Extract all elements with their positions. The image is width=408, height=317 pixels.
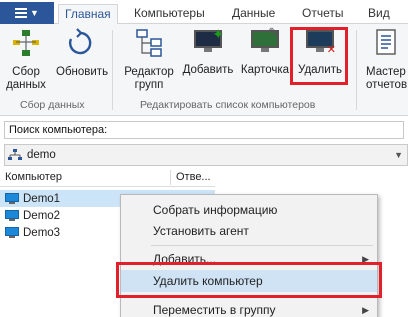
refresh-button[interactable]: Обновить	[56, 28, 109, 79]
annotation-highlight-delete-computer	[116, 262, 382, 298]
menu-separator	[151, 245, 373, 246]
tab-data[interactable]: Данные	[226, 4, 281, 24]
add-label: Добавить	[182, 64, 234, 76]
submenu-arrow-icon: ▶	[362, 305, 369, 315]
computer-icon	[5, 226, 19, 239]
chevron-down-icon[interactable]: ▼	[394, 150, 403, 160]
menu-item-move-to-group[interactable]: Переместить в группу ▶	[121, 299, 377, 317]
tab-view[interactable]: Вид	[362, 4, 396, 24]
collect-data-button[interactable]: Сбор данных	[6, 28, 46, 92]
group-editor-button[interactable]: Редактор групп	[122, 28, 176, 92]
column-header-responsible[interactable]: Отве...	[176, 171, 211, 183]
computer-name: Demo1	[23, 192, 61, 205]
collect-data-label-1: Сбор	[12, 66, 40, 78]
tab-reports[interactable]: Отчеты	[296, 4, 349, 24]
ribbon-group-label-edit: Редактировать список компьютеров	[140, 99, 316, 111]
tab-home[interactable]: Главная	[58, 4, 118, 25]
report-icon	[376, 29, 396, 55]
computer-icon	[5, 192, 19, 205]
refresh-icon	[69, 28, 92, 55]
menu-item-move-label: Переместить в группу	[153, 303, 276, 317]
context-menu: Собрать информацию Установить агент Доба…	[120, 194, 378, 317]
ribbon-group-label-collect: Сбор данных	[20, 99, 85, 111]
computer-table-header: Компьютер Отве...	[0, 168, 215, 187]
add-computer-button[interactable]: ✦ Добавить	[180, 27, 236, 77]
menu-item-install-agent[interactable]: Установить агент	[121, 220, 377, 242]
ribbon-separator-2	[356, 30, 357, 110]
computer-name: Demo2	[23, 209, 61, 222]
menu-icon	[15, 8, 28, 18]
column-divider[interactable]	[170, 170, 171, 185]
search-computer-field[interactable]: Поиск компьютера:	[4, 121, 404, 139]
ribbon-tabstrip: ▼ Главная Компьютеры Данные Отчеты Вид	[0, 0, 408, 25]
computer-icon	[5, 209, 19, 222]
network-collect-icon	[13, 30, 39, 56]
group-select-value: demo	[27, 149, 56, 161]
tab-computers[interactable]: Компьютеры	[128, 4, 211, 24]
group-editor-label-1: Редактор	[124, 66, 174, 78]
column-header-computer[interactable]: Компьютер	[5, 171, 62, 183]
group-tree-icon	[136, 29, 162, 57]
report-master-label-1: Мастер	[366, 66, 406, 78]
menu-item-collect-info[interactable]: Собрать информацию	[121, 199, 377, 221]
group-select[interactable]: demo ▼	[4, 144, 408, 166]
app-menu-button[interactable]: ▼	[0, 2, 54, 24]
collect-data-label-2: данных	[6, 79, 46, 91]
monitor-edit-icon: ✎	[249, 26, 281, 60]
report-master-label-2: отчетов	[366, 79, 408, 91]
computer-name: Demo3	[23, 226, 61, 239]
refresh-label: Обновить	[56, 66, 109, 78]
report-master-button[interactable]: Мастер отчетов	[362, 28, 408, 92]
annotation-highlight-delete	[290, 27, 348, 85]
group-network-icon	[8, 149, 22, 160]
monitor-add-icon: ✦	[192, 27, 224, 60]
group-editor-label-2: групп	[134, 79, 164, 91]
chevron-down-icon: ▼	[30, 8, 39, 18]
card-label: Карточка	[240, 64, 290, 76]
ribbon-separator	[112, 30, 113, 110]
card-button[interactable]: ✎ Карточка	[238, 26, 292, 77]
